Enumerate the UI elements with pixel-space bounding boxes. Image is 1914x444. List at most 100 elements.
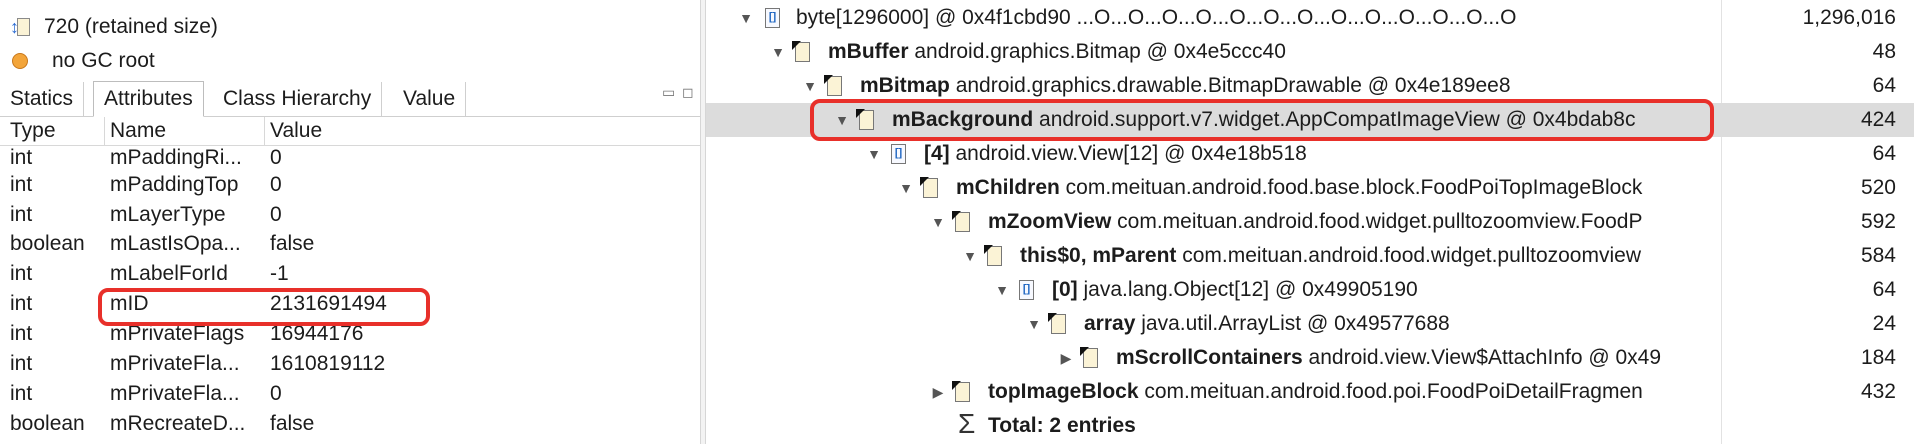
object-label: com.meituan.android.food.poi.FoodPoiDeta…: [1138, 380, 1643, 403]
table-row[interactable]: int mLabelForId -1: [0, 259, 700, 289]
value-cell: -1: [270, 262, 289, 285]
field-name: mBitmap: [860, 74, 950, 97]
expand-icon[interactable]: ▶: [930, 375, 946, 409]
table-row[interactable]: int mPrivateFla... 0: [0, 379, 700, 409]
array-icon: []: [1016, 279, 1035, 301]
tree-row[interactable]: ▶ mScrollContainers android.view.View$At…: [706, 341, 1914, 375]
field-name: array: [1084, 312, 1136, 335]
object-label: java.util.ArrayList @ 0x49577688: [1135, 312, 1450, 335]
maximize-icon[interactable]: ◻: [682, 84, 694, 101]
mbackground-highlight-box: [810, 99, 1714, 141]
column-value[interactable]: Value: [260, 117, 322, 145]
collapse-icon[interactable]: ▼: [1026, 307, 1042, 341]
object-icon: [984, 245, 1003, 267]
type-cell: int: [10, 292, 33, 315]
field-name: mScrollContainers: [1116, 346, 1303, 369]
type-cell: int: [10, 262, 33, 285]
name-cell: mPrivateFla...: [110, 382, 240, 405]
table-row[interactable]: int mPaddingTop 0: [0, 170, 700, 200]
field-name: mZoomView: [988, 210, 1112, 233]
retained-size-text: 720 (retained size): [44, 15, 218, 38]
tree-row[interactable]: ▶ topImageBlock com.meituan.android.food…: [706, 375, 1914, 409]
retained-size-icon: ↕: [10, 14, 32, 40]
table-row[interactable]: boolean mRecreateD... false: [0, 409, 700, 439]
total-row: Σ Total: 2 entries: [706, 408, 1914, 443]
field-name: [4]: [924, 142, 950, 165]
shallow-size: 592: [1860, 210, 1896, 233]
gc-root-icon: [12, 53, 28, 69]
table-row[interactable]: int mLayerType 0: [0, 200, 700, 230]
object-label: java.lang.Object[12] @ 0x49905190: [1077, 278, 1418, 301]
collapse-icon[interactable]: ▼: [802, 69, 818, 103]
object-icon: [792, 41, 811, 63]
table-row[interactable]: boolean mLastIsOpa... false: [0, 229, 700, 259]
object-icon: [920, 177, 939, 199]
tab-value[interactable]: Value: [393, 82, 467, 116]
tree-row[interactable]: ▼ mBitmap android.graphics.drawable.Bitm…: [706, 69, 1914, 103]
tab-class-hierarchy[interactable]: Class Hierarchy: [213, 82, 383, 116]
name-cell: mRecreateD...: [110, 412, 246, 435]
tree-row[interactable]: ▼ mZoomView com.meituan.android.food.wid…: [706, 205, 1914, 239]
value-cell: false: [270, 232, 315, 255]
value-cell: 0: [270, 382, 282, 405]
value-cell: 0: [270, 173, 282, 196]
tree-row[interactable]: ▼ array java.util.ArrayList @ 0x49577688…: [706, 307, 1914, 341]
type-cell: int: [10, 203, 33, 226]
object-icon: [952, 211, 971, 233]
object-label: com.meituan.android.food.base.block.Food…: [1059, 176, 1643, 199]
shallow-size: 64: [1872, 142, 1896, 165]
shallow-size: 424: [1860, 108, 1896, 131]
type-cell: int: [10, 322, 33, 345]
type-cell: boolean: [10, 232, 85, 255]
tree-row[interactable]: ▼ mChildren com.meituan.android.food.bas…: [706, 171, 1914, 205]
tree-row[interactable]: ▼ mBuffer android.graphics.Bitmap @ 0x4e…: [706, 35, 1914, 69]
expand-icon[interactable]: ▶: [1058, 341, 1074, 375]
attributes-table-header: Type Name Value: [0, 117, 700, 146]
array-icon: []: [762, 7, 781, 29]
shallow-size: 520: [1860, 176, 1896, 199]
object-label: android.view.View$AttachInfo @ 0x49: [1302, 346, 1662, 369]
type-cell: int: [10, 352, 33, 375]
total-text: Total: 2 entries: [988, 414, 1136, 437]
tab-attributes[interactable]: Attributes: [93, 81, 204, 117]
tree-row[interactable]: ▼ this$0, mParent com.meituan.android.fo…: [706, 239, 1914, 273]
column-type[interactable]: Type: [0, 117, 56, 145]
tab-statics[interactable]: Statics: [0, 82, 85, 116]
name-cell: mLabelForId: [110, 262, 228, 285]
field-name: mChildren: [956, 176, 1060, 199]
object-icon: [824, 75, 843, 97]
field-name: topImageBlock: [988, 380, 1139, 403]
tree-row[interactable]: ▼ [] [0] java.lang.Object[12] @ 0x499051…: [706, 273, 1914, 307]
retained-size-row: ↕ 720 (retained size): [10, 12, 218, 42]
collapse-icon[interactable]: ▼: [866, 137, 882, 171]
tree-row[interactable]: ▼ [] byte[1296000] @ 0x4f1cbd90 ...O...O…: [706, 1, 1914, 35]
collapse-icon[interactable]: ▼: [962, 239, 978, 273]
field-name: mBuffer: [828, 40, 909, 63]
collapse-icon[interactable]: ▼: [738, 1, 754, 35]
table-row[interactable]: int mPrivateFla... 1610819112: [0, 349, 700, 379]
tree-row[interactable]: ▼ [] [4] android.view.View[12] @ 0x4e18b…: [706, 137, 1914, 171]
name-cell: mPaddingTop: [110, 173, 239, 196]
sigma-icon: Σ: [958, 408, 976, 439]
object-icon: [1080, 347, 1099, 369]
value-cell: 0: [270, 203, 282, 226]
shallow-size: 184: [1860, 346, 1896, 369]
table-row[interactable]: int mPaddingRi... 0: [0, 143, 700, 173]
collapse-icon[interactable]: ▼: [930, 205, 946, 239]
object-label: com.meituan.android.food.widget.pulltozo…: [1176, 244, 1641, 267]
column-name[interactable]: Name: [100, 117, 166, 145]
value-cell: 1610819112: [270, 352, 386, 375]
name-cell: mPrivateFla...: [110, 352, 240, 375]
object-label: com.meituan.android.food.widget.pulltozo…: [1111, 210, 1643, 233]
array-icon: []: [888, 143, 907, 165]
collapse-icon[interactable]: ▼: [898, 171, 914, 205]
type-cell: int: [10, 173, 33, 196]
object-label: android.graphics.drawable.BitmapDrawable…: [949, 74, 1511, 97]
collapse-icon[interactable]: ▼: [994, 273, 1010, 307]
mid-highlight-box: [98, 288, 430, 326]
collapse-icon[interactable]: ▼: [770, 35, 786, 69]
value-cell: 0: [270, 146, 282, 169]
object-inspector-panel: ↕ 720 (retained size) no GC root Statics…: [0, 0, 700, 444]
minimize-icon[interactable]: ▭: [662, 84, 675, 101]
object-icon: [1048, 313, 1067, 335]
